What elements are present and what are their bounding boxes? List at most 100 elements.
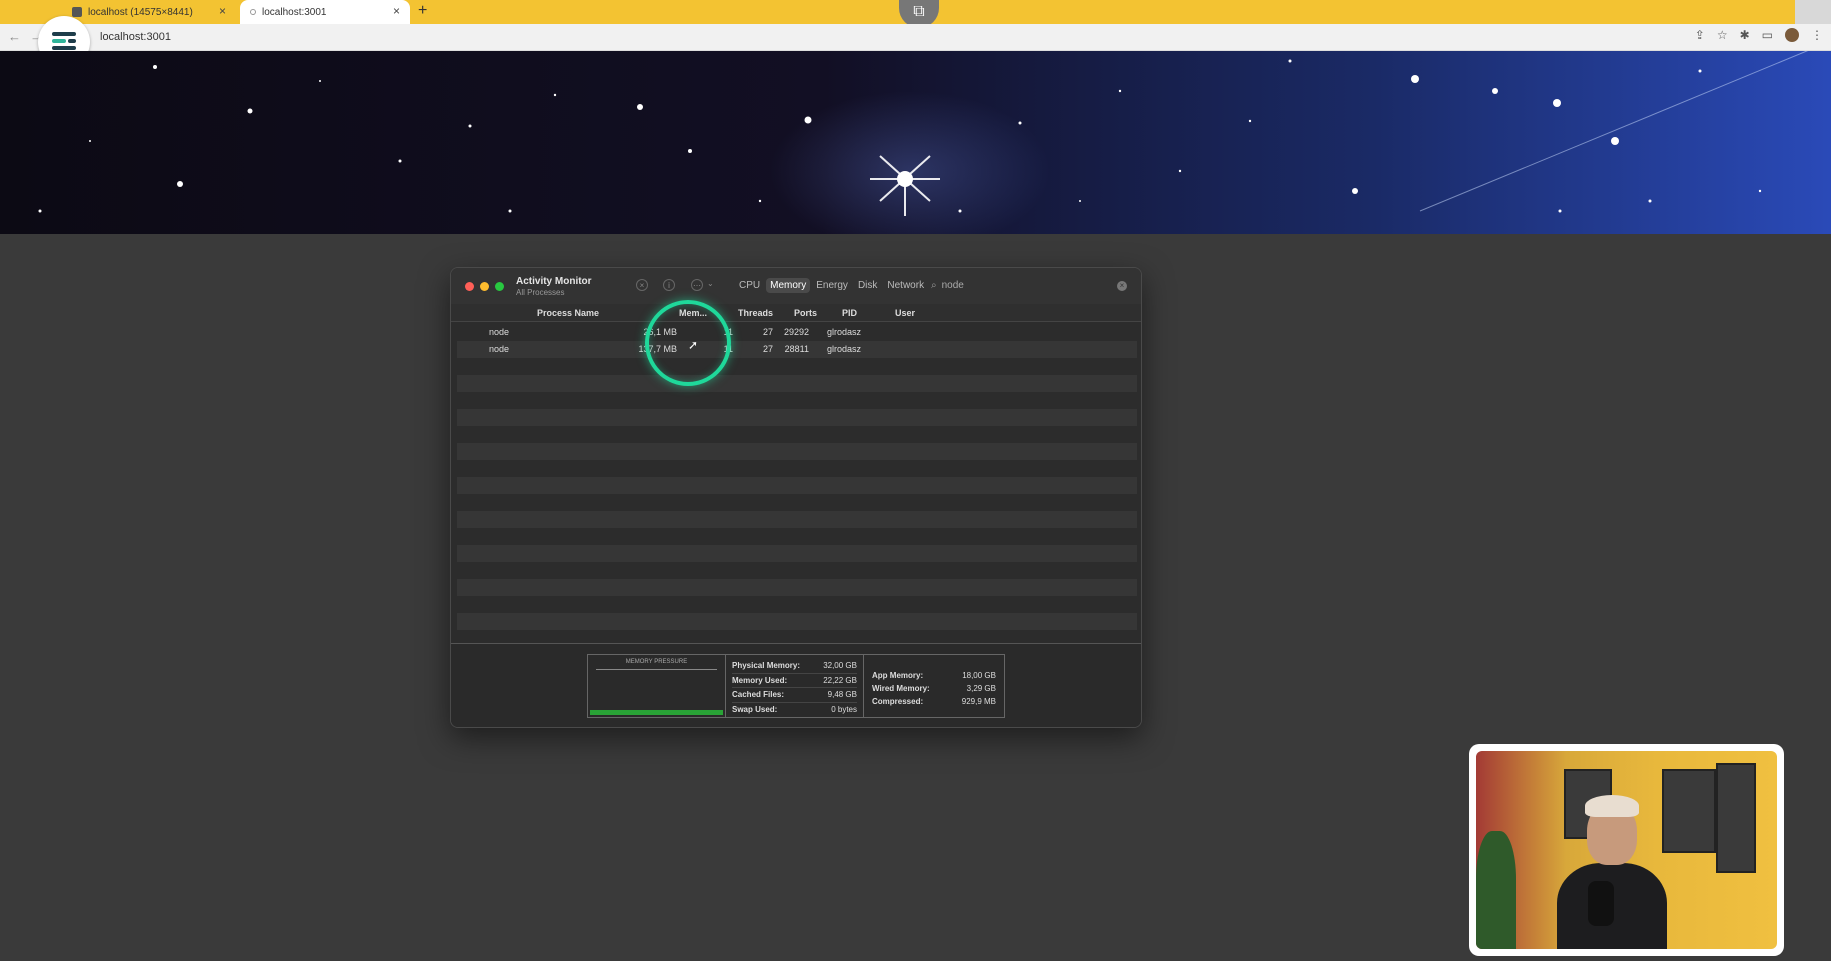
close-window-button[interactable] (465, 282, 474, 291)
tab-energy[interactable]: Energy (812, 278, 852, 293)
column-pid[interactable]: PID (842, 308, 857, 318)
starfield-banner (0, 51, 1831, 234)
stat-app-memory: App Memory: 18,00 GB (872, 669, 996, 682)
stat-label: Physical Memory: (732, 661, 801, 671)
tab-title: localhost (14575×8441) (88, 6, 193, 18)
empty-row (457, 460, 1137, 477)
extensions-icon[interactable]: ✱ (1740, 28, 1750, 42)
tab-network[interactable]: Network (883, 278, 928, 293)
stat-wired-memory: Wired Memory: 3,29 GB (872, 682, 996, 695)
empty-row (457, 596, 1137, 613)
stat-physical-memory: Physical Memory: 32,00 GB (732, 659, 857, 674)
address-bar[interactable]: localhost:3001 (100, 31, 171, 43)
user-cell: glrodasz (827, 327, 862, 337)
stat-label: Wired Memory: (872, 684, 930, 693)
column-threads[interactable]: Threads (738, 308, 773, 318)
new-tab-button[interactable]: + (418, 2, 427, 20)
empty-row (457, 613, 1137, 630)
stat-value: 32,00 GB (823, 661, 857, 671)
stat-label: Compressed: (872, 697, 924, 706)
stat-value: 929,9 MB (961, 697, 996, 706)
webcam-overlay (1469, 744, 1784, 956)
webcam-video (1476, 751, 1777, 949)
share-icon[interactable]: ⇪ (1695, 28, 1705, 42)
more-actions-icon[interactable]: ⋯ (691, 279, 703, 291)
image-favicon-icon (72, 7, 82, 17)
memory-pressure-graph: MEMORY PRESSURE (588, 655, 726, 717)
tab-cpu[interactable]: CPU (735, 278, 764, 293)
zoom-window-button[interactable] (495, 282, 504, 291)
memory-pressure-bar (590, 710, 723, 715)
close-tab-icon[interactable]: × (393, 4, 400, 18)
stat-value: 0 bytes (831, 705, 857, 715)
stat-compressed: Compressed: 929,9 MB (872, 695, 996, 708)
back-icon[interactable]: ← (8, 29, 21, 44)
browser-tab-bar: localhost (14575×8441) × localhost:3001 … (0, 0, 1831, 28)
avatar[interactable] (1785, 28, 1799, 42)
chevron-down-icon[interactable]: ⌄ (707, 279, 714, 288)
memory-stats-right: App Memory: 18,00 GB Wired Memory: 3,29 … (864, 655, 1004, 717)
stat-value: 3,29 GB (966, 684, 996, 693)
browser-toolbar: ← → localhost:3001 ⇪ ☆ ✱ ▭ ⋮ (0, 24, 1831, 51)
menu-icon[interactable]: ⋮ (1811, 28, 1823, 42)
process-table: node 26,1 MB 11 27 29292 glrodasz node 1… (457, 324, 1137, 647)
stop-process-icon[interactable]: × (636, 279, 648, 291)
tab-disk[interactable]: Disk (854, 278, 881, 293)
activity-monitor-titlebar: Activity Monitor All Processes × i ⋯ ⌄ C… (451, 268, 1141, 304)
search-input[interactable]: node (942, 280, 964, 291)
graph-divider (596, 669, 717, 670)
empty-row (457, 358, 1137, 375)
window-title: Activity Monitor (516, 276, 592, 287)
tab-localhost-image[interactable]: localhost (14575×8441) × (66, 0, 236, 24)
stat-value: 22,22 GB (823, 675, 857, 685)
stat-value: 18,00 GB (962, 671, 996, 680)
empty-row (457, 579, 1137, 596)
empty-row (457, 426, 1137, 443)
microphone (1588, 881, 1614, 926)
empty-row (457, 562, 1137, 579)
column-process-name[interactable]: Process Name (537, 308, 599, 318)
memory-stats-left: Physical Memory: 32,00 GB Memory Used: 2… (726, 655, 864, 717)
mouse-cursor-icon: ➚ (688, 338, 699, 352)
stat-cached-files: Cached Files: 9,48 GB (732, 688, 857, 703)
tab-memory[interactable]: Memory (766, 278, 811, 293)
empty-row (457, 443, 1137, 460)
table-row[interactable]: node 26,1 MB 11 27 29292 glrodasz (457, 324, 1137, 341)
star-icon[interactable]: ☆ (1717, 28, 1728, 42)
memory-pressure-label: MEMORY PRESSURE (625, 659, 688, 665)
clear-search-icon[interactable]: × (1117, 281, 1127, 291)
memory-footer: MEMORY PRESSURE Physical Memory: 32,00 G… (451, 643, 1141, 727)
column-ports[interactable]: Ports (794, 308, 817, 318)
plant (1476, 831, 1516, 949)
empty-row (457, 409, 1137, 426)
presenter-hair (1585, 795, 1639, 817)
minimize-window-button[interactable] (480, 282, 489, 291)
search-icon: ⌕ (931, 280, 937, 291)
stat-swap-used: Swap Used: 0 bytes (732, 703, 857, 718)
process-name-cell: node (489, 344, 510, 354)
wall-painting (1716, 763, 1756, 873)
pid-cell: 28811 (784, 344, 809, 354)
stat-value: 9,48 GB (827, 690, 857, 700)
user-cell: glrodasz (827, 344, 862, 354)
process-name-cell: node (489, 327, 510, 337)
info-icon[interactable]: i (663, 279, 675, 291)
empty-row (457, 511, 1137, 528)
empty-row (457, 545, 1137, 562)
loading-favicon-icon (250, 9, 256, 15)
stat-label: Swap Used: (732, 705, 778, 715)
search-field[interactable]: ⌕ node × (931, 277, 1131, 294)
tab-title: localhost:3001 (262, 6, 327, 18)
window-subtitle[interactable]: All Processes (516, 288, 564, 297)
stat-label: Cached Files: (732, 690, 785, 700)
table-row[interactable]: node 137,7 MB 11 27 28811 glrodasz (457, 341, 1137, 358)
pid-cell: 29292 (783, 327, 809, 337)
empty-row (457, 392, 1137, 409)
sidebar-icon[interactable]: ▭ (1762, 28, 1773, 42)
column-user[interactable]: User (895, 308, 915, 318)
window-corner (1795, 0, 1831, 24)
stat-label: Memory Used: (732, 675, 788, 685)
tab-localhost-3001[interactable]: localhost:3001 × (240, 0, 410, 24)
close-tab-icon[interactable]: × (219, 4, 226, 18)
stat-label: App Memory: (872, 671, 924, 680)
